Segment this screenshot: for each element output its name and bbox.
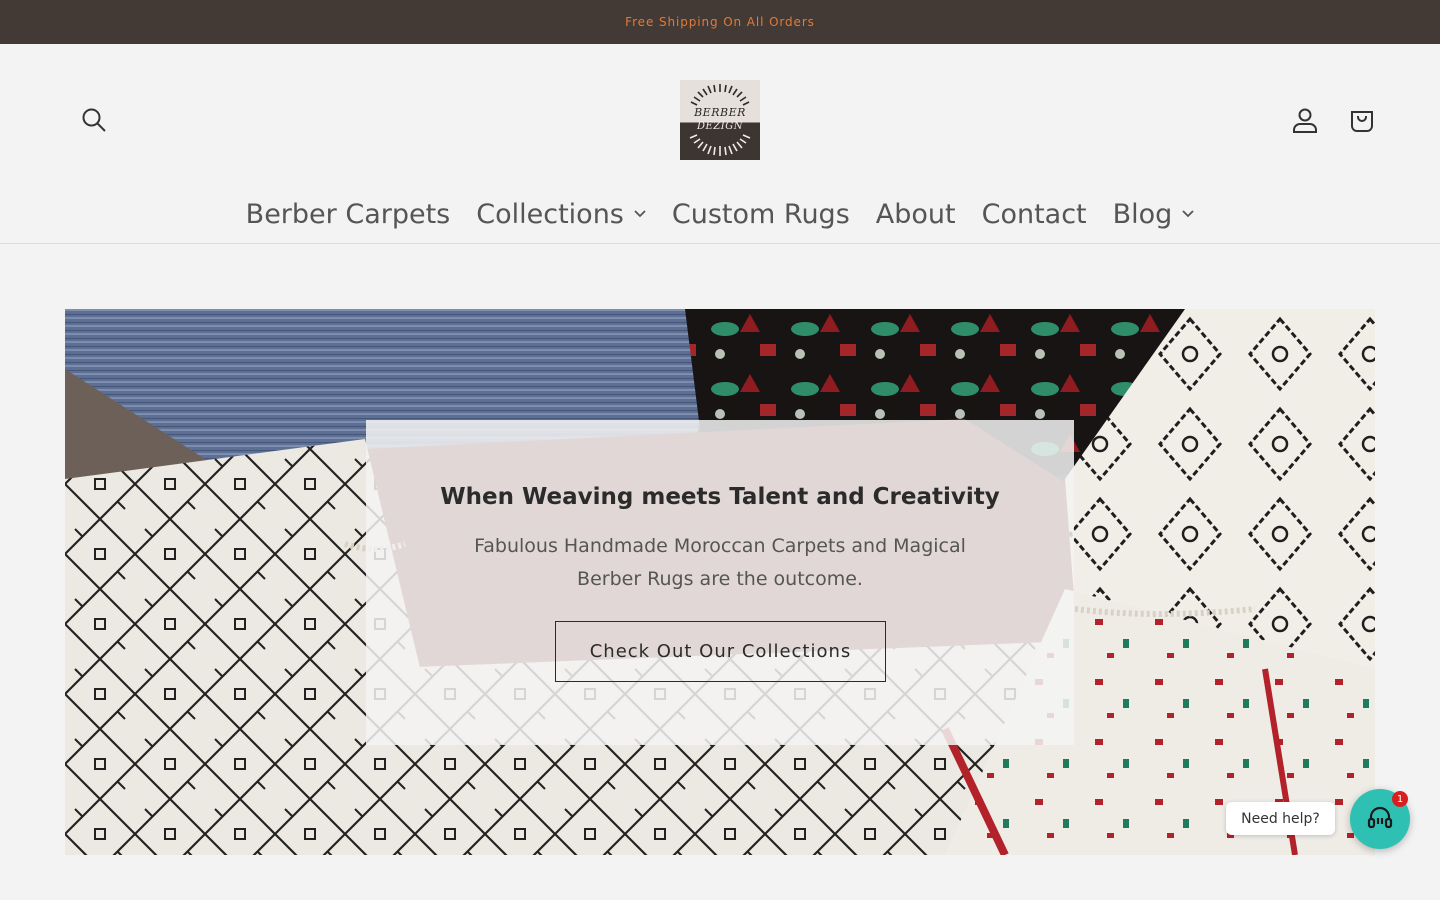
cart-icon [1351, 111, 1373, 132]
hero-subtitle: Fabulous Handmade Moroccan Carpets and M… [474, 535, 966, 590]
cart-button[interactable] [1342, 100, 1382, 140]
account-button[interactable] [1285, 100, 1325, 140]
account-icon [1293, 108, 1317, 133]
headset-icon [1367, 806, 1393, 829]
nav-item-about[interactable]: About [863, 199, 969, 230]
chevron-down-icon [1182, 210, 1194, 218]
main-navigation: Berber Carpets Collections Custom Rugs A… [0, 194, 1440, 234]
nav-item-label: Contact [981, 198, 1087, 230]
site-header: BERBER DEZIGN Berber Carpets Collections… [0, 44, 1440, 244]
nav-item-berber-carpets[interactable]: Berber Carpets [233, 199, 464, 230]
nav-item-blog[interactable]: Blog [1100, 199, 1208, 230]
nav-item-custom-rugs[interactable]: Custom Rugs [659, 199, 863, 230]
hero-title: When Weaving meets Talent and Creativity [440, 484, 1000, 510]
search-button[interactable] [74, 100, 114, 140]
site-logo[interactable]: BERBER DEZIGN [680, 80, 760, 160]
logo-text-line1: BERBER [694, 106, 746, 119]
check-collections-button[interactable]: Check Out Our Collections [555, 621, 886, 682]
nav-item-contact[interactable]: Contact [969, 199, 1100, 230]
chat-notification-badge: 1 [1392, 791, 1408, 807]
announcement-bar: Free Shipping On All Orders [0, 0, 1440, 44]
nav-item-label: Custom Rugs [671, 198, 850, 230]
logo-text-line2: DEZIGN [697, 121, 743, 132]
nav-item-label: Blog [1112, 198, 1173, 230]
nav-item-label: Berber Carpets [245, 198, 451, 230]
search-icon [82, 108, 106, 132]
logo-sunburst-graphic [689, 84, 751, 156]
announcement-text: Free Shipping On All Orders [625, 15, 815, 29]
nav-item-collections[interactable]: Collections [463, 199, 659, 230]
nav-item-label: About [875, 198, 956, 230]
chat-help-bubble[interactable]: Need help? [1226, 802, 1335, 835]
hero-content-box: When Weaving meets Talent and Creativity… [366, 420, 1074, 745]
nav-item-label: Collections [476, 198, 624, 230]
chevron-down-icon [634, 210, 646, 218]
